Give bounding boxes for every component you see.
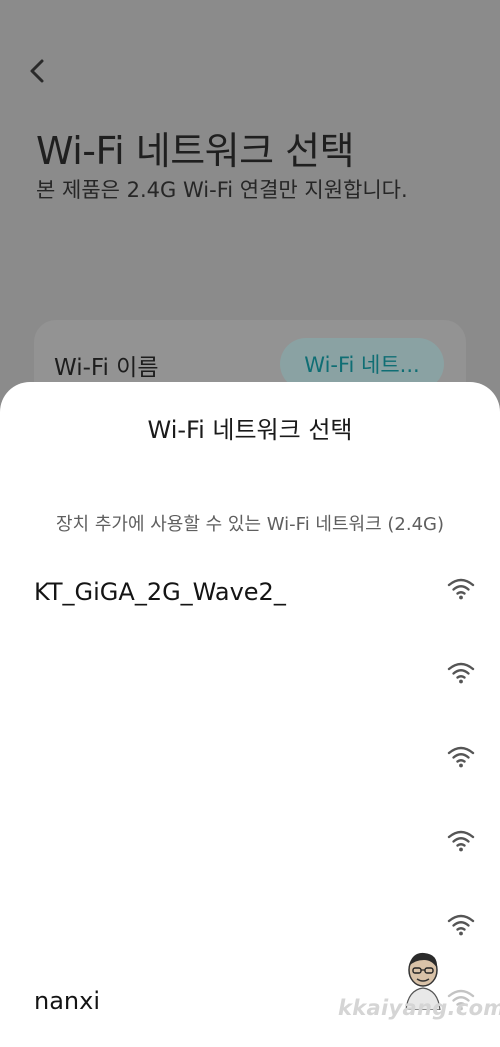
page-title: Wi-Fi 네트워크 선택 (36, 129, 355, 173)
network-item[interactable]: KT_GiGA_2G_Wave2_ (0, 562, 500, 622)
wifi-signal-icon (447, 578, 475, 600)
page-subtitle: 본 제품은 2.4G Wi-Fi 연결만 지원합니다. (36, 178, 408, 202)
wifi-signal-icon (447, 914, 475, 936)
network-name: nanxi (34, 987, 100, 1015)
wifi-signal-icon (447, 830, 475, 852)
sheet-caption: 장치 추가에 사용할 수 있는 Wi-Fi 네트워크 (2.4G) (55, 514, 444, 535)
network-item[interactable] (0, 646, 500, 706)
wifi-signal-icon (447, 662, 475, 684)
network-item[interactable] (0, 730, 500, 790)
sheet-title: Wi-Fi 네트워크 선택 (147, 416, 353, 444)
back-button[interactable] (22, 55, 54, 87)
watermark: kkaiyang.com (338, 996, 500, 1020)
chevron-left-icon (30, 59, 44, 83)
wifi-signal-icon (447, 746, 475, 768)
wifi-name-label: Wi-Fi 이름 (54, 355, 159, 381)
network-item[interactable] (0, 814, 500, 874)
network-name: KT_GiGA_2G_Wave2_ (34, 578, 286, 606)
